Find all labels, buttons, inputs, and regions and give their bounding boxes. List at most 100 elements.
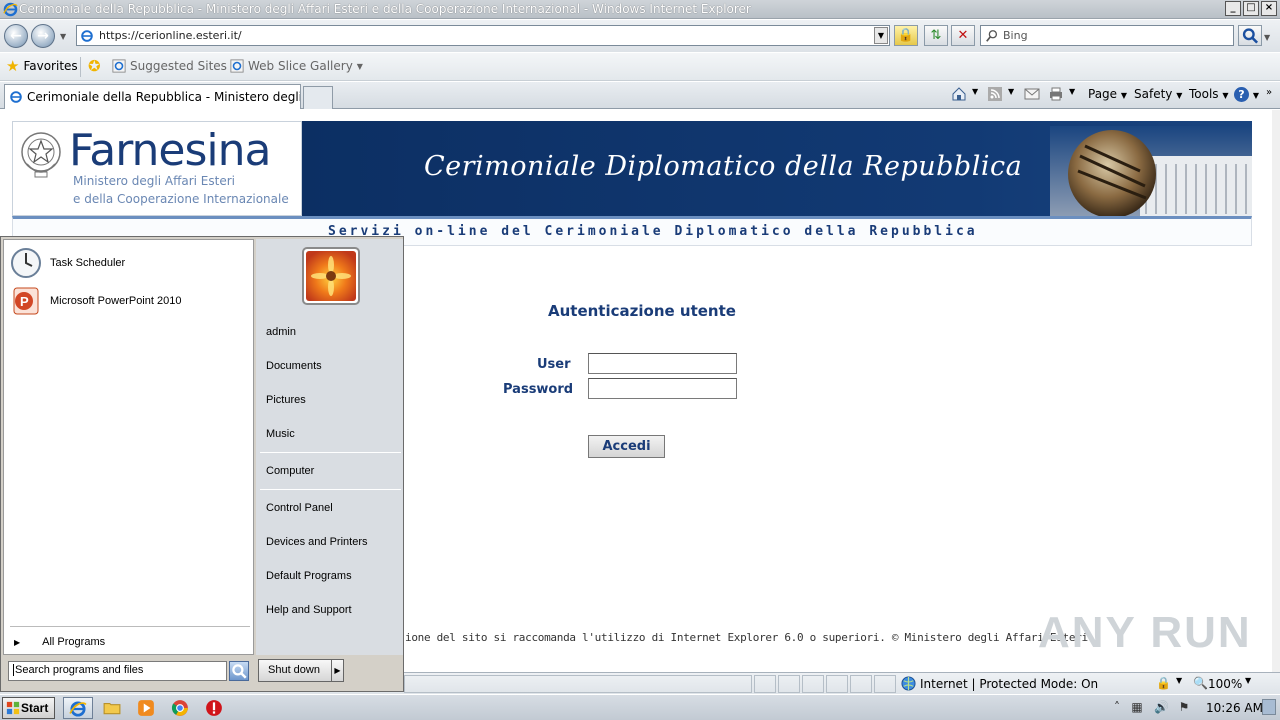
zoom-level[interactable]: 100% (1208, 677, 1242, 691)
user-avatar[interactable] (302, 247, 360, 305)
search-placeholder: Bing (1003, 29, 1028, 42)
network-icon[interactable]: ▦ (1130, 700, 1144, 714)
action-center-flag-icon[interactable]: ⚑ (1177, 700, 1191, 714)
taskbar: Start ˄ ▦ 🔊 ⚑ 10:26 AM (0, 694, 1280, 720)
password-label: Password (503, 382, 574, 397)
accedi-button[interactable]: Accedi (588, 435, 665, 458)
add-to-favorites-bar-button[interactable]: ✪ (88, 57, 101, 75)
help-menu[interactable]: ? ▼ (1234, 87, 1259, 102)
taskbar-clock[interactable]: 10:26 AM (1206, 701, 1263, 715)
password-input[interactable] (588, 378, 737, 399)
favorites-button[interactable]: ★ Favorites (6, 59, 78, 74)
show-hidden-icons-icon[interactable]: ˄ (1110, 700, 1124, 714)
link-pictures[interactable]: Pictures (266, 394, 306, 406)
lock-icon[interactable]: 🔒 (894, 25, 918, 46)
shutdown-button[interactable]: Shut down (258, 659, 332, 682)
print-dropdown[interactable]: ▼ (1069, 87, 1075, 96)
address-toolbar: ← → ▼ https://cerionline.esteri.it/ ▼ 🔒 … (0, 20, 1280, 52)
user-input[interactable] (588, 353, 737, 374)
zone-dropdown[interactable]: ▼ (1176, 676, 1182, 685)
program-powerpoint[interactable]: P Microsoft PowerPoint 2010 (10, 284, 250, 318)
home-icon[interactable] (951, 86, 967, 102)
show-desktop-button[interactable] (1262, 699, 1276, 715)
tab-cerimoniale[interactable]: Cerimoniale della Repubblica - Ministero… (4, 84, 301, 109)
protected-mode-icon[interactable]: 🔒 (1156, 676, 1171, 690)
zoom-dropdown[interactable]: ▼ (1245, 676, 1251, 685)
back-button[interactable]: ← (4, 24, 28, 48)
rss-feed-icon[interactable] (987, 86, 1003, 102)
add-favorite-icon: ✪ (88, 57, 101, 75)
close-button[interactable]: × (1261, 1, 1277, 16)
forward-button[interactable]: → (31, 24, 55, 48)
divider (80, 57, 81, 77)
chrome-icon (171, 700, 188, 716)
farnesina-logo-block[interactable]: Farnesina Ministero degli Affari Esteri … (12, 121, 302, 216)
tab-label: Cerimoniale della Repubblica - Ministero… (27, 90, 301, 104)
link-music[interactable]: Music (266, 428, 295, 440)
link-documents[interactable]: Documents (266, 360, 322, 372)
taskbar-chrome[interactable] (166, 697, 196, 719)
volume-icon[interactable]: 🔊 (1154, 700, 1169, 714)
windows-flag-icon (6, 701, 20, 715)
status-message-cell (404, 675, 752, 693)
security-zone-status[interactable]: Internet | Protected Mode: On (920, 677, 1098, 691)
magnifier-icon (1242, 28, 1259, 44)
link-control-panel[interactable]: Control Panel (266, 502, 333, 514)
recent-pages-dropdown[interactable]: ▼ (60, 32, 66, 41)
ie-tab-icon (10, 91, 22, 103)
start-search-placeholder: Search programs and files (15, 664, 144, 676)
start-button[interactable]: Start (2, 697, 55, 719)
shutdown-options-button[interactable]: ▶ (331, 659, 344, 682)
start-search-button[interactable] (229, 661, 249, 681)
maximize-button[interactable]: □ (1243, 1, 1259, 16)
taskbar-explorer[interactable] (98, 697, 128, 719)
tools-menu[interactable]: Tools ▼ (1189, 87, 1229, 101)
stop-button[interactable]: ✕ (951, 25, 975, 46)
status-cell (874, 675, 896, 693)
status-cell (754, 675, 776, 693)
mail-icon[interactable] (1024, 86, 1040, 102)
link-computer[interactable]: Computer (266, 465, 314, 477)
help-icon: ? (1234, 87, 1249, 102)
bing-search-icon (986, 30, 998, 42)
minimize-button[interactable]: _ (1225, 1, 1241, 16)
footer-note: ione del sito si raccomanda l'utilizzo d… (405, 631, 1088, 644)
link-help-and-support[interactable]: Help and Support (266, 604, 352, 616)
safety-menu[interactable]: Safety ▼ (1134, 87, 1182, 101)
web-slice-gallery-link[interactable]: Web Slice Gallery ▼ (230, 59, 363, 73)
window-titlebar[interactable]: Cerimoniale della Repubblica - Ministero… (0, 0, 1280, 19)
divider (260, 489, 401, 490)
status-cell (802, 675, 824, 693)
flower-avatar-icon (306, 251, 356, 301)
ie-logo-icon (3, 2, 18, 17)
refresh-button[interactable]: ⇅ (924, 25, 948, 46)
start-search-input[interactable]: Search programs and files (8, 661, 227, 681)
more-commands-chevron-icon[interactable]: » (1266, 87, 1272, 98)
home-dropdown[interactable]: ▼ (972, 87, 978, 96)
zoom-icon[interactable]: 🔍 (1193, 676, 1208, 690)
link-default-programs[interactable]: Default Programs (266, 570, 352, 582)
taskbar-media-player[interactable] (132, 697, 162, 719)
farnesina-wordmark: Farnesina (69, 125, 272, 176)
taskbar-red-app[interactable] (200, 697, 230, 719)
search-options-dropdown[interactable]: ▼ (1264, 33, 1270, 42)
suggested-sites-link[interactable]: Suggested Sites ▼ (112, 59, 237, 73)
all-programs-button[interactable]: ▶ All Programs (14, 636, 105, 648)
page-menu[interactable]: Page ▼ (1088, 87, 1127, 101)
feeds-dropdown[interactable]: ▼ (1008, 87, 1014, 96)
link-admin[interactable]: admin (266, 326, 296, 338)
program-task-scheduler[interactable]: Task Scheduler (10, 246, 250, 280)
header-banner: Cerimoniale Diplomatico della Repubblica (302, 121, 1252, 216)
vertical-scrollbar[interactable] (1272, 110, 1280, 672)
svg-text:P: P (20, 294, 29, 309)
address-dropdown[interactable]: ▼ (874, 27, 888, 44)
ie-page-icon (230, 59, 244, 73)
search-button[interactable] (1238, 25, 1262, 46)
new-tab-button[interactable] (303, 86, 333, 109)
search-input[interactable]: Bing (980, 25, 1234, 46)
taskbar-internet-explorer[interactable] (63, 697, 93, 719)
print-icon[interactable] (1048, 86, 1064, 102)
arrow-right-icon: ▶ (14, 638, 21, 647)
address-input[interactable]: https://cerionline.esteri.it/ ▼ (76, 25, 890, 46)
link-devices-and-printers[interactable]: Devices and Printers (266, 536, 368, 548)
